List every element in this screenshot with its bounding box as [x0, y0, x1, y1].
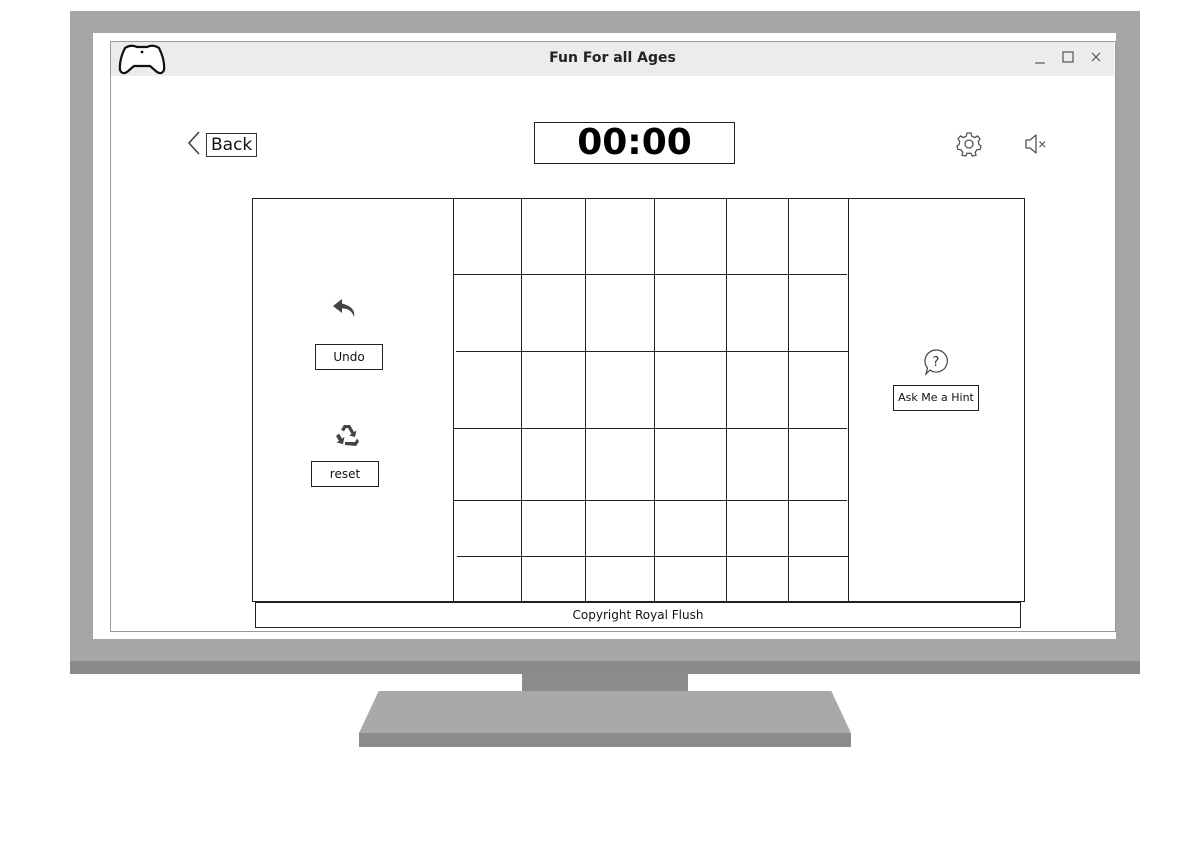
monitor-bezel-edge — [70, 661, 1140, 674]
reset-button[interactable]: reset — [311, 461, 379, 487]
monitor-stand-edge — [359, 733, 851, 747]
back-label: Back — [206, 133, 258, 157]
close-icon[interactable] — [1087, 48, 1105, 66]
undo-button[interactable]: Undo — [315, 344, 383, 370]
chevron-left-icon — [186, 130, 202, 161]
monitor-stand — [359, 691, 851, 733]
speaker-muted-icon[interactable] — [1022, 130, 1050, 158]
gamepad-icon — [117, 42, 167, 81]
question-bubble-icon[interactable]: ? — [922, 348, 950, 376]
puzzle-grid[interactable] — [453, 198, 849, 601]
undo-arrow-icon[interactable] — [331, 296, 359, 322]
timer-display: 00:00 — [534, 122, 735, 164]
recycle-icon[interactable] — [333, 422, 361, 450]
maximize-icon[interactable] — [1059, 48, 1077, 66]
window-title: Fun For all Ages — [549, 50, 676, 66]
back-button[interactable]: Back — [186, 130, 258, 161]
hint-button[interactable]: Ask Me a Hint — [893, 385, 979, 411]
minimize-icon[interactable] — [1031, 48, 1049, 66]
copyright-footer: Copyright Royal Flush — [255, 602, 1021, 628]
svg-text:?: ? — [933, 355, 940, 370]
gear-icon[interactable] — [955, 130, 983, 158]
